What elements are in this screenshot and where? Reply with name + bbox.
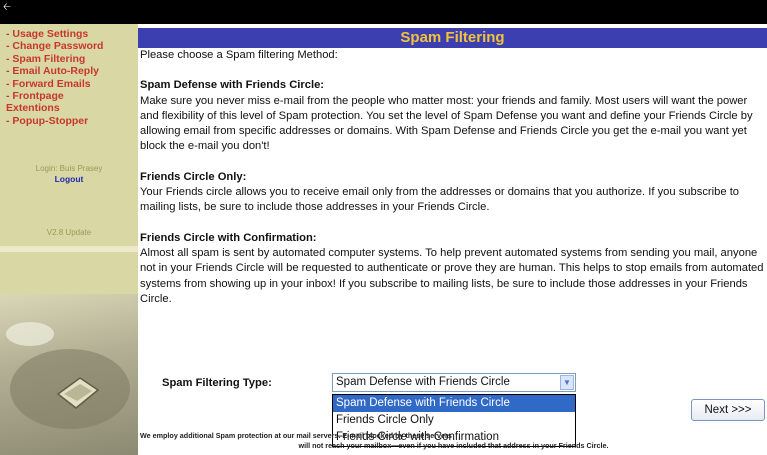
sidebar-item-change-password[interactable]: - Change Password bbox=[6, 40, 138, 52]
page-title: Spam Filtering bbox=[138, 28, 767, 48]
sidebar-item-popup-stopper[interactable]: - Popup-Stopper bbox=[6, 115, 138, 127]
sidebar-nav: - Usage Settings - Change Password - Spa… bbox=[6, 28, 138, 127]
intro-text: Please choose a Spam filtering Method: bbox=[140, 49, 338, 61]
section-body: Almost all spam is sent by automated com… bbox=[140, 246, 764, 305]
sidebar-decorative-image bbox=[0, 294, 138, 455]
decorative-illustration bbox=[6, 322, 130, 429]
select-value: Spam Defense with Friends Circle bbox=[336, 376, 510, 388]
section-body: Make sure you never miss e-mail from the… bbox=[140, 94, 753, 153]
footer-line-1: We employ additional Spam protection at … bbox=[140, 431, 452, 440]
version-text: V2.8 Update bbox=[46, 228, 92, 237]
next-button[interactable]: Next >>> bbox=[691, 399, 765, 421]
sidebar-divider bbox=[0, 246, 138, 252]
section-friends-circle-only: Friends Circle Only: Your Friends circle… bbox=[140, 170, 767, 216]
sidebar-item-usage-settings[interactable]: - Usage Settings bbox=[6, 28, 138, 40]
sidebar-item-email-auto-reply[interactable]: - Email Auto-Reply bbox=[6, 65, 138, 77]
sidebar-item-extentions[interactable]: Extentions bbox=[6, 102, 138, 114]
sidebar-item-frontpage[interactable]: - Frontpage bbox=[6, 90, 138, 102]
section-title: Friends Circle with Confirmation: bbox=[140, 231, 317, 244]
filter-type-row: Spam Filtering Type: bbox=[162, 373, 272, 391]
arrow-left-icon[interactable]: 🡠 bbox=[3, 3, 11, 13]
login-info: Login: Buis Prasey Logout bbox=[0, 164, 138, 184]
sidebar: - Usage Settings - Change Password - Spa… bbox=[0, 24, 138, 455]
option-friends-circle-only[interactable]: Friends Circle Only bbox=[333, 412, 575, 429]
chevron-down-icon[interactable]: ▼ bbox=[560, 375, 574, 390]
main-content: Please choose a Spam filtering Method: S… bbox=[140, 48, 767, 307]
section-friends-circle-confirmation: Friends Circle with Confirmation: Almost… bbox=[140, 231, 767, 307]
spam-filter-select[interactable]: Spam Defense with Friends Circle ▼ bbox=[332, 373, 576, 392]
filter-type-label: Spam Filtering Type: bbox=[162, 377, 272, 389]
option-spam-defense[interactable]: Spam Defense with Friends Circle bbox=[333, 395, 575, 412]
footer-line-2: will not reach your mailbox—even if you … bbox=[298, 441, 609, 450]
login-text: Login: Buis Prasey bbox=[35, 164, 103, 173]
logout-link[interactable]: Logout bbox=[0, 174, 138, 184]
footer-note: We employ additional Spam protection at … bbox=[140, 431, 767, 451]
sidebar-item-spam-filtering[interactable]: - Spam Filtering bbox=[6, 53, 138, 65]
section-title: Friends Circle Only: bbox=[140, 170, 247, 183]
top-bar: 🡠 bbox=[0, 0, 767, 24]
section-spam-defense: Spam Defense with Friends Circle: Make s… bbox=[140, 78, 767, 154]
section-body: Your Friends circle allows you to receiv… bbox=[140, 186, 740, 214]
sidebar-item-forward-emails[interactable]: - Forward Emails bbox=[6, 78, 138, 90]
section-title: Spam Defense with Friends Circle: bbox=[140, 79, 325, 92]
